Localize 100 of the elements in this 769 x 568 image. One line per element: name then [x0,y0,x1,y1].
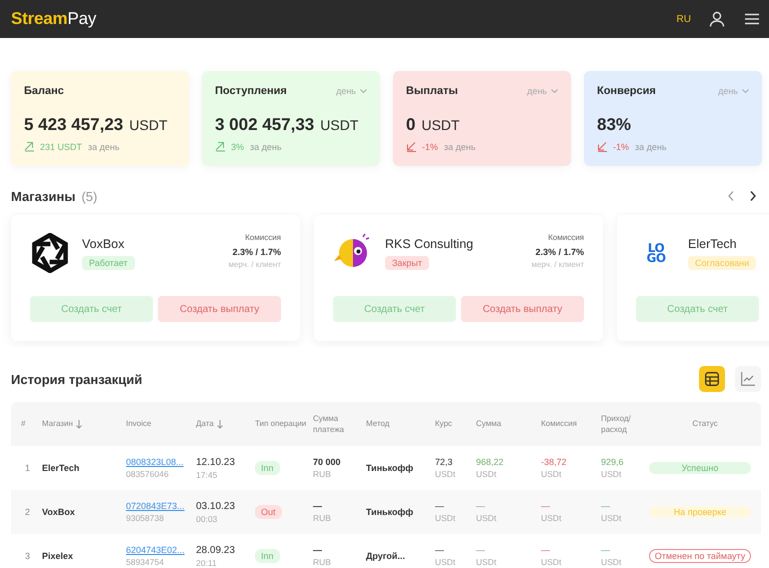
create-payout-button[interactable]: Создать выплату [461,296,584,322]
stat-change: 231 USDT [40,142,82,152]
commission-value: 2.3% / 1.7% [231,247,281,257]
column-header: Статус [692,418,718,430]
fee: — [541,501,551,511]
period-dropdown[interactable]: день [527,86,558,96]
line-chart-icon [741,372,755,386]
status-badge: Успешно [649,462,751,474]
net-amount: 929,6 [601,457,625,467]
chevron-right-icon[interactable] [750,191,756,201]
amount: — [476,501,486,511]
chevron-down-icon [360,89,367,93]
chevron-left-icon[interactable] [728,191,734,201]
invoice-link[interactable]: 0808323L08... [126,457,184,467]
amount: 968,22 [476,457,505,467]
stat-period: за день [444,142,476,152]
store-name: RKS Consulting [385,237,474,251]
trend-down-icon [597,141,607,152]
chevron-down-icon [551,89,558,93]
invoice-link[interactable]: 0720843E73... [126,501,185,511]
create-invoice-button[interactable]: Создать счет [333,296,456,322]
store-name: ElerTech [688,237,738,251]
store-name: ElerTech [42,463,80,473]
unit-label: USDt [601,469,622,479]
store-logo: LO GO [645,240,667,267]
stat-value: 5 423 457,23 [24,115,124,135]
stat-unit: USDT [421,117,460,133]
payment-method: Тинькофф [366,507,414,517]
unit-label: USDt [435,557,456,567]
unit-label: USDt [541,557,562,567]
table-icon [705,372,719,386]
status-badge: Закрыт [385,256,429,270]
sort-down-icon[interactable] [76,420,82,428]
unit-label: RUB [313,557,332,567]
unit-label: USDt [476,557,498,567]
stat-period: за день [635,142,667,152]
payment-method: Другой... [366,551,405,561]
invoice-number: 083576046 [126,469,170,479]
time: 17:45 [196,470,218,480]
stat-value: 0 [406,115,416,135]
column-header: Сумма [476,418,502,430]
section-title: История транзакций [11,372,142,386]
unit-label: USDt [601,513,622,523]
date: 12.10.23 [196,456,236,468]
create-payout-button[interactable]: Создать выплату [158,296,281,322]
logo[interactable]: StreamPay [11,9,96,29]
trend-up-icon [24,141,34,152]
unit-label: USDt [541,513,562,523]
date: 28.09.23 [196,544,236,556]
stat-label: Поступления [215,85,287,97]
amount: — [476,545,486,555]
create-invoice-button[interactable]: Создать счет [30,296,153,322]
stat-unit: USDT [129,117,168,133]
column-header: # [21,418,26,430]
type-badge: Out [255,505,282,519]
period-dropdown[interactable]: день [718,86,749,96]
status-badge: На проверке [649,506,751,518]
payment-method: Тинькофф [366,463,414,473]
view-toggle-button[interactable] [735,366,761,392]
unit-label: USDt [541,469,562,479]
invoice-number: 93058738 [126,513,165,523]
net-amount: — [601,545,611,555]
store-name: Pixelex [42,551,74,561]
stat-period: за день [88,142,120,152]
type-badge: Inn [255,461,280,475]
column-header[interactable]: Дата [196,418,214,430]
stat-value: 83% [597,115,632,135]
commission-value: 2.3% / 1.7% [534,247,584,257]
commission-label: Комиссия [244,233,281,242]
view-toggle-button[interactable] [699,366,725,392]
type-badge: Inn [255,549,280,563]
user-icon[interactable] [709,11,725,27]
stat-label: Выплаты [406,85,458,97]
time: 00:03 [196,514,218,524]
invoice-link[interactable]: 6204743E02... [126,545,185,555]
column-header: Комиссия [541,418,577,430]
column-header: Тип операции [255,418,306,430]
stat-period: за день [250,142,282,152]
status-badge: Согласовани [688,256,756,270]
stat-value: 3 002 457,33 [215,115,314,135]
exchange-rate: — [435,545,445,555]
sort-down-icon[interactable] [216,420,223,428]
unit-label: RUB [313,469,332,479]
create-invoice-button[interactable]: Создать счет [636,296,759,322]
menu-icon[interactable] [745,13,759,25]
status-badge: Отменен по таймауту [649,549,751,563]
column-header: Курс [435,418,452,430]
column-header: Invoice [126,418,152,430]
store-name: VoxBox [42,507,75,517]
row-number: 3 [25,551,30,561]
exchange-rate: — [435,501,445,511]
column-header[interactable]: Магазин [42,418,73,430]
period-dropdown[interactable]: день [336,86,367,96]
status-badge: Работает [82,256,135,270]
language-switch[interactable]: RU [676,14,691,24]
date: 03.10.23 [196,500,236,512]
stat-label: Баланс [24,85,64,97]
fee: -38,72 [541,457,568,467]
store-name: VoxBox [82,237,126,251]
payment-amount: 70 000 [313,457,342,467]
